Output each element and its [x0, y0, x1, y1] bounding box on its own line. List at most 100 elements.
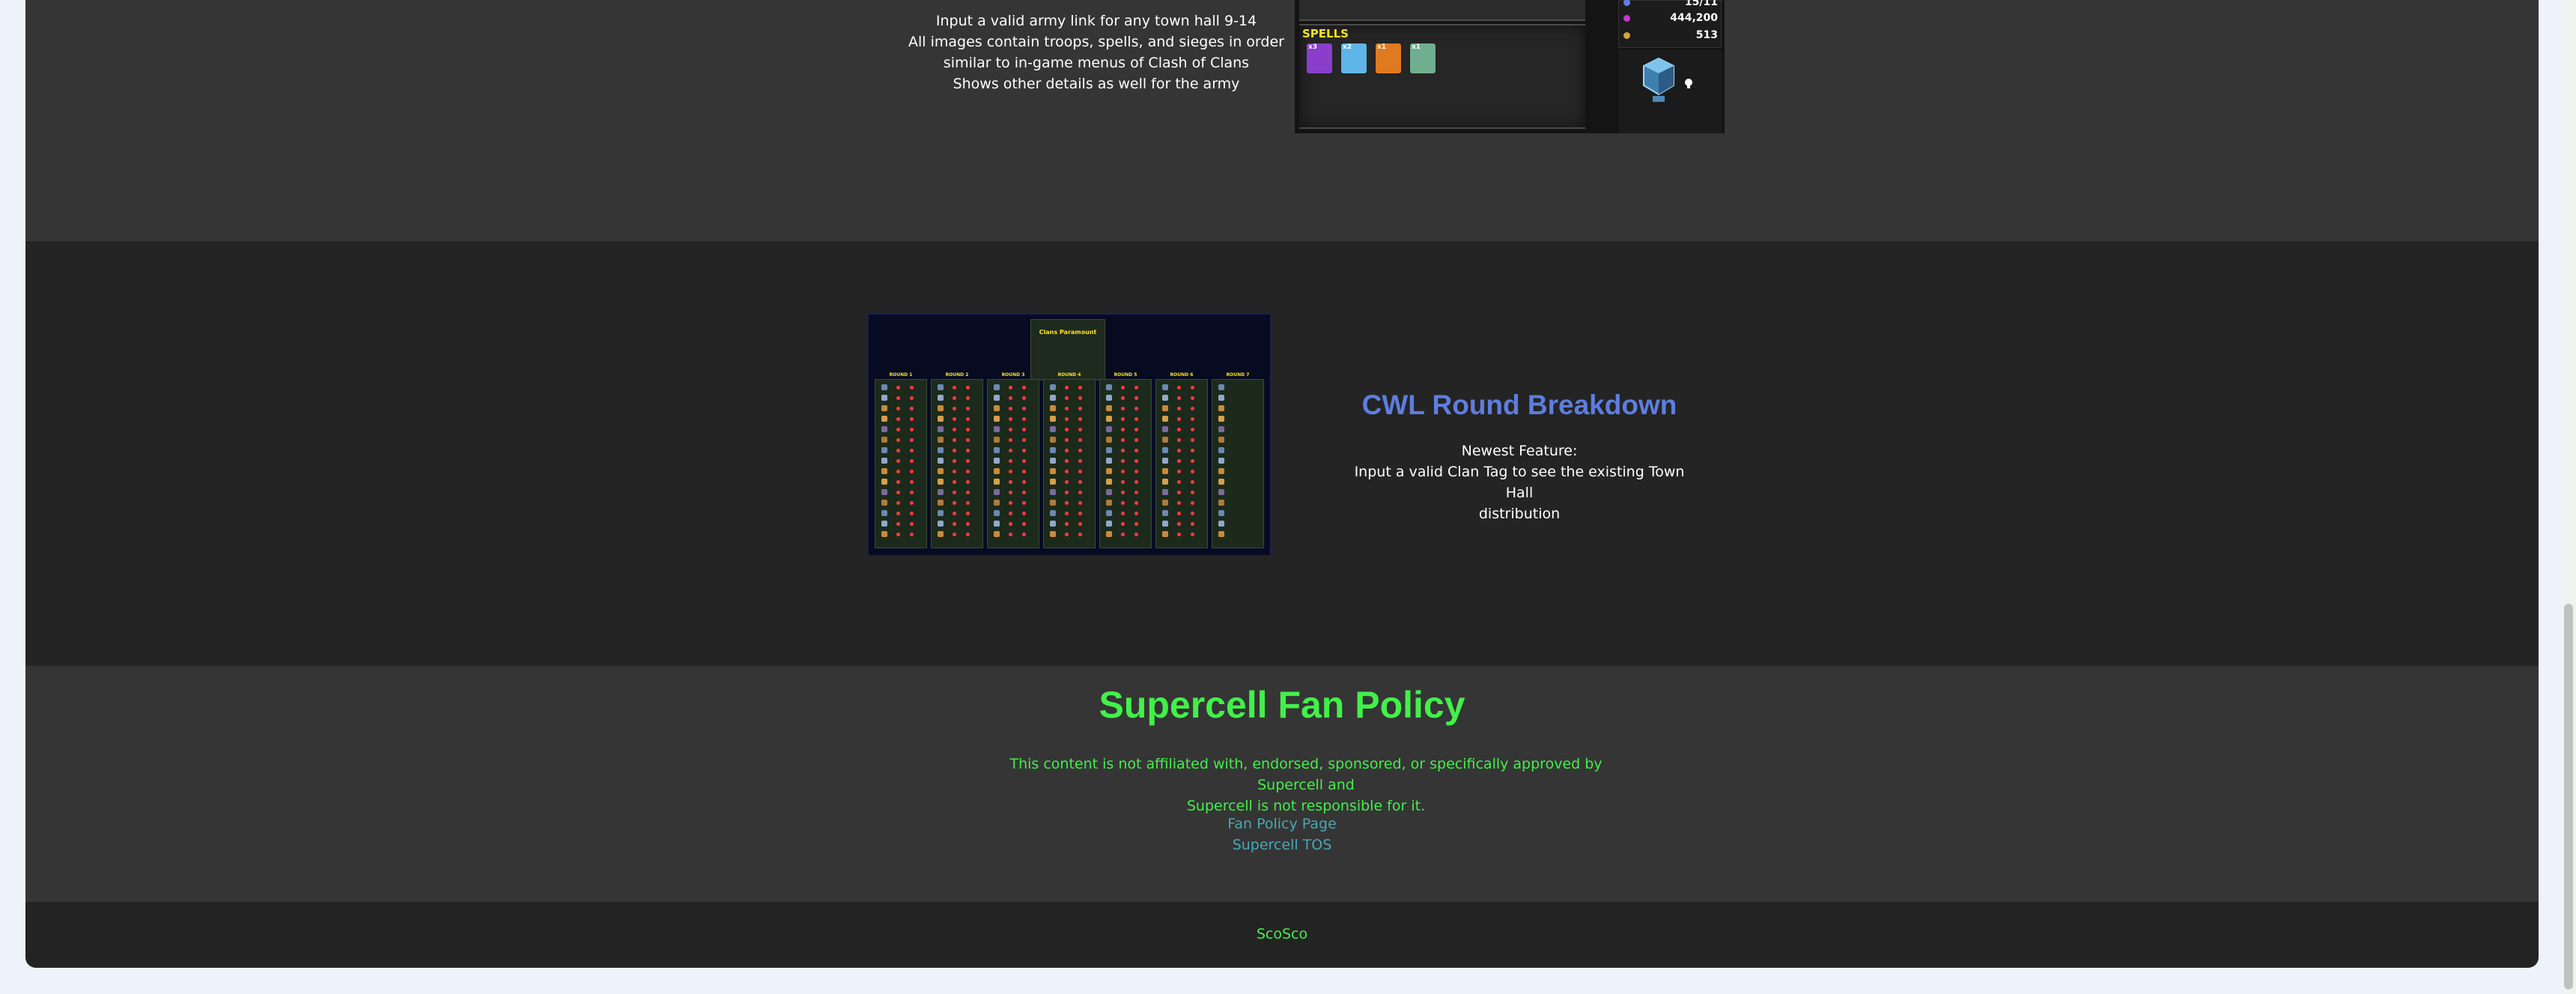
- town-hall-icon: [994, 468, 1000, 474]
- count-dot: [1022, 522, 1026, 526]
- count-dot: [1177, 470, 1181, 473]
- town-hall-icon: [1162, 405, 1168, 411]
- count-dot: [1078, 501, 1082, 505]
- town-hall-icon: [1218, 447, 1224, 453]
- count-dot: [1065, 459, 1069, 463]
- town-hall-icon: [881, 395, 887, 401]
- town-hall-icon: [1162, 437, 1168, 443]
- town-hall-icon: [938, 395, 944, 401]
- count-dot: [1022, 501, 1026, 505]
- count-dot: [966, 417, 970, 421]
- fan-policy-text: This content is not affiliated with, end…: [976, 754, 1635, 816]
- town-hall-icon: [1218, 426, 1224, 432]
- count-dot: [1022, 428, 1026, 431]
- count-dot: [953, 386, 956, 390]
- army-line-1: Input a valid army link for any town hal…: [935, 13, 1257, 29]
- count-dot: [1065, 512, 1069, 515]
- count-dot: [1134, 491, 1138, 494]
- spells-label: SPELLS: [1302, 27, 1349, 40]
- count-dot: [966, 512, 970, 515]
- town-hall-icon: [1162, 479, 1168, 485]
- count-dot: [1177, 386, 1181, 390]
- footer-text: ScoSco: [1256, 926, 1308, 942]
- count-dot: [1121, 522, 1125, 526]
- count-dot: [953, 396, 956, 400]
- scrollbar-thumb[interactable]: [2564, 604, 2573, 990]
- count-dot: [953, 449, 956, 452]
- army-line-2: All images contain troops, spells, and s…: [908, 34, 1284, 50]
- cwl-round-label: ROUND 4: [1057, 372, 1081, 378]
- cwl-preview-image: Clans Paramount ROUND 1 ROUND 2 ROUND 3 ROU…: [868, 314, 1271, 556]
- cwl-round-label: ROUND 5: [1114, 372, 1137, 378]
- count-dot: [1065, 438, 1069, 442]
- count-dot: [966, 501, 970, 505]
- count-dot: [953, 501, 956, 505]
- count-dot: [1065, 501, 1069, 505]
- count-dot: [896, 396, 900, 400]
- count-dot: [1121, 449, 1125, 452]
- town-hall-icon: [1162, 426, 1168, 432]
- town-hall-icon: [994, 500, 1000, 506]
- town-hall-icon: [1162, 500, 1168, 506]
- count-dot: [910, 449, 914, 452]
- count-dot: [1191, 501, 1194, 505]
- count-dot: [1177, 501, 1181, 505]
- supercell-tos-link[interactable]: Supercell TOS: [1233, 837, 1332, 853]
- count-dot: [1022, 480, 1026, 484]
- count-dot: [910, 512, 914, 515]
- count-dot: [910, 480, 914, 484]
- town-hall-icon: [938, 405, 944, 411]
- fan-policy-link-wrap: Fan Policy Page: [25, 816, 2539, 832]
- count-dot: [1065, 386, 1069, 390]
- count-dot: [1065, 407, 1069, 410]
- town-hall-icon: [994, 384, 1000, 390]
- count-dot: [966, 459, 970, 463]
- spell-icon: x1: [1409, 42, 1437, 75]
- count-dot: [1121, 491, 1125, 494]
- count-dot: [966, 438, 970, 442]
- fan-policy-page-link[interactable]: Fan Policy Page: [1227, 816, 1337, 832]
- count-dot: [896, 470, 900, 473]
- town-hall-icon: [1106, 468, 1112, 474]
- count-dot: [896, 491, 900, 494]
- fan-policy-title: Supercell Fan Policy: [1099, 684, 1465, 726]
- town-hall-icon: [1643, 57, 1692, 102]
- town-hall-icon: [938, 458, 944, 464]
- count-dot: [966, 522, 970, 526]
- count-dot: [953, 480, 956, 484]
- cwl-round-column: ROUND 7: [1212, 372, 1264, 548]
- count-dot: [1078, 407, 1082, 410]
- town-hall-icon: [994, 426, 1000, 432]
- count-dot: [1121, 480, 1125, 484]
- count-dot: [966, 533, 970, 536]
- count-dot: [896, 449, 900, 452]
- count-dot: [896, 501, 900, 505]
- count-dot: [1191, 386, 1194, 390]
- town-hall-icon: [1162, 510, 1168, 516]
- count-dot: [1121, 428, 1125, 431]
- page-frame: Input a valid army link for any town hal…: [25, 0, 2539, 968]
- count-dot: [1065, 522, 1069, 526]
- town-hall-icon: [938, 416, 944, 422]
- town-hall-icon: [1218, 500, 1224, 506]
- count-dot: [910, 522, 914, 526]
- town-hall-icon: [1050, 426, 1056, 432]
- count-dot: [1134, 480, 1138, 484]
- town-hall-icon: [1106, 395, 1112, 401]
- count-dot: [1177, 480, 1181, 484]
- count-dot: [1065, 396, 1069, 400]
- army-section: Input a valid army link for any town hal…: [25, 0, 2539, 241]
- cwl-clan-name: Clans Paramount: [1039, 329, 1097, 336]
- town-hall-icon: [1050, 405, 1056, 411]
- count-dot: [910, 428, 914, 431]
- town-hall-icon: [1050, 447, 1056, 453]
- fan-policy-line-2: Supercell is not responsible for it.: [1186, 798, 1426, 814]
- count-dot: [1177, 512, 1181, 515]
- town-hall-icon: [938, 437, 944, 443]
- count-dot: [896, 522, 900, 526]
- count-dot: [896, 438, 900, 442]
- count-dot: [1134, 522, 1138, 526]
- count-dot: [1177, 417, 1181, 421]
- town-hall-icon: [1106, 510, 1112, 516]
- count-dot: [1065, 417, 1069, 421]
